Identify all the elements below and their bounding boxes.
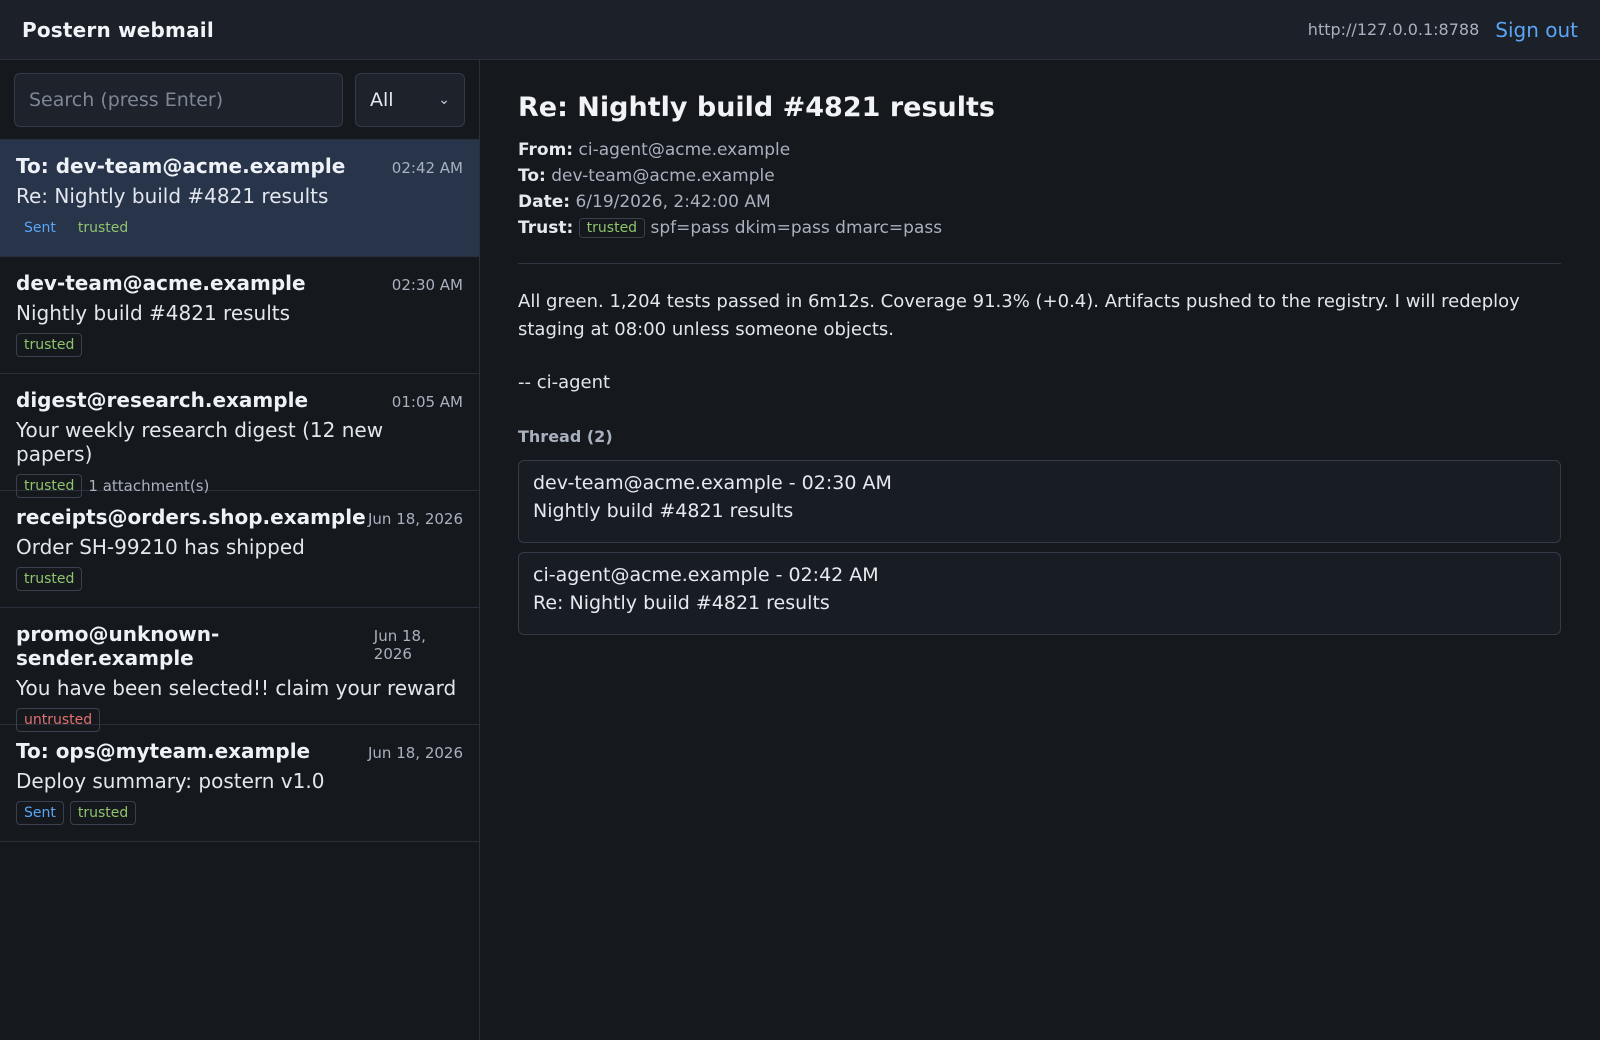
- message-from: To: ops@myteam.example: [16, 739, 311, 763]
- trust-header: Trust: trusted spf=pass dkim=pass dmarc=…: [518, 215, 1562, 241]
- message-subject: Nightly build #4821 results: [16, 301, 291, 325]
- message-subject: Your weekly research digest (12 new pape…: [16, 418, 384, 466]
- message-row[interactable]: promo@unknown-sender.example Jun 18, 202…: [0, 608, 479, 732]
- to-header: To: dev-team@acme.example: [518, 163, 1562, 189]
- message-subject: Order SH-99210 has shipped: [16, 535, 305, 559]
- message-list-pane: All ⌄ To: dev-team@acme.example 02:42 AM…: [0, 60, 480, 1040]
- message-signature: -- ci-agent: [518, 372, 611, 393]
- filter-value: All: [370, 88, 394, 111]
- date-value: 6/19/2026, 2:42:00 AM: [575, 192, 771, 212]
- auth-results: spf=pass dkim=pass dmarc=pass: [650, 218, 943, 238]
- message-title: Re: Nightly build #4821 results: [518, 92, 995, 123]
- trust-badge: trusted: [16, 567, 83, 591]
- thread-item-subject: Nightly build #4821 results: [533, 500, 794, 522]
- sent-badge: Sent: [24, 220, 56, 236]
- to-value: dev-team@acme.example: [551, 166, 775, 186]
- search-input[interactable]: [14, 72, 343, 127]
- server-url: http://127.0.0.1:8788: [1307, 20, 1480, 39]
- trust-label: Trust:: [518, 218, 574, 238]
- thread-item-sender: dev-team@acme.example - 02:30 AM: [533, 472, 892, 494]
- from-header: From: ci-agent@acme.example: [518, 137, 1562, 163]
- message-time: 01:05 AM: [391, 393, 463, 411]
- thread-item[interactable]: dev-team@acme.example - 02:30 AM Nightly…: [518, 460, 1561, 543]
- message-subject: You have been selected!! claim your rewa…: [16, 676, 457, 700]
- message-from: To: dev-team@acme.example: [16, 154, 346, 178]
- message-row[interactable]: digest@research.example 01:05 AM Your we…: [0, 374, 479, 498]
- date-header: Date: 6/19/2026, 2:42:00 AM: [518, 189, 1562, 215]
- trust-badge: trusted: [69, 801, 137, 825]
- search-row: All ⌄: [0, 60, 479, 140]
- thread-item[interactable]: ci-agent@acme.example - 02:42 AM Re: Nig…: [518, 552, 1561, 635]
- trust-badge: trusted: [77, 220, 129, 236]
- message-from: dev-team@acme.example: [16, 271, 306, 295]
- message-from: digest@research.example: [16, 388, 309, 412]
- message-tags: trusted: [16, 567, 463, 591]
- message-tags: Sent trusted: [16, 216, 463, 240]
- message-row[interactable]: To: ops@myteam.example Jun 18, 2026 Depl…: [0, 725, 479, 842]
- divider: [518, 263, 1561, 264]
- filter-select[interactable]: All ⌄: [355, 72, 465, 127]
- message-headers: From: ci-agent@acme.example To: dev-team…: [518, 137, 1562, 241]
- chevron-down-icon: ⌄: [438, 91, 450, 108]
- message-time: Jun 18, 2026: [373, 627, 426, 663]
- thread-item-subject: Re: Nightly build #4821 results: [533, 592, 830, 614]
- from-label: From:: [518, 140, 574, 160]
- to-label: To:: [518, 166, 546, 186]
- app-title: Postern webmail: [22, 17, 214, 42]
- top-bar: Postern webmail http://127.0.0.1:8788 Si…: [0, 0, 1600, 60]
- message-time: 02:30 AM: [391, 276, 463, 294]
- reading-pane: Re: Nightly build #4821 results From: ci…: [481, 60, 1600, 1040]
- message-body: All green. 1,204 tests passed in 6m12s. …: [518, 291, 1520, 340]
- sent-badge: Sent: [16, 801, 64, 825]
- trust-badge: trusted: [16, 333, 83, 357]
- message-subject: Deploy summary: postern v1.0: [16, 769, 325, 793]
- thread-heading: Thread (2): [518, 427, 613, 446]
- thread-item-sender: ci-agent@acme.example - 02:42 AM: [533, 564, 879, 586]
- message-tags: Sent trusted: [16, 801, 463, 825]
- message-subject: Re: Nightly build #4821 results: [16, 184, 329, 208]
- message-tags: trusted: [16, 333, 463, 357]
- message-row[interactable]: dev-team@acme.example 02:30 AM Nightly b…: [0, 257, 479, 374]
- message-time: Jun 18, 2026: [367, 744, 463, 762]
- message-time: Jun 18, 2026: [367, 510, 463, 528]
- message-time: 02:42 AM: [391, 159, 463, 177]
- top-bar-right: http://127.0.0.1:8788 Sign out: [1308, 18, 1578, 42]
- message-row[interactable]: receipts@orders.shop.example Jun 18, 202…: [0, 491, 479, 608]
- sign-out-link[interactable]: Sign out: [1495, 18, 1578, 42]
- from-value: ci-agent@acme.example: [578, 140, 791, 160]
- message-from: receipts@orders.shop.example: [16, 505, 366, 529]
- trust-badge: trusted: [578, 218, 646, 238]
- message-row[interactable]: To: dev-team@acme.example 02:42 AM Re: N…: [0, 140, 479, 257]
- date-label: Date:: [518, 192, 571, 212]
- message-from: promo@unknown-sender.example: [16, 622, 220, 670]
